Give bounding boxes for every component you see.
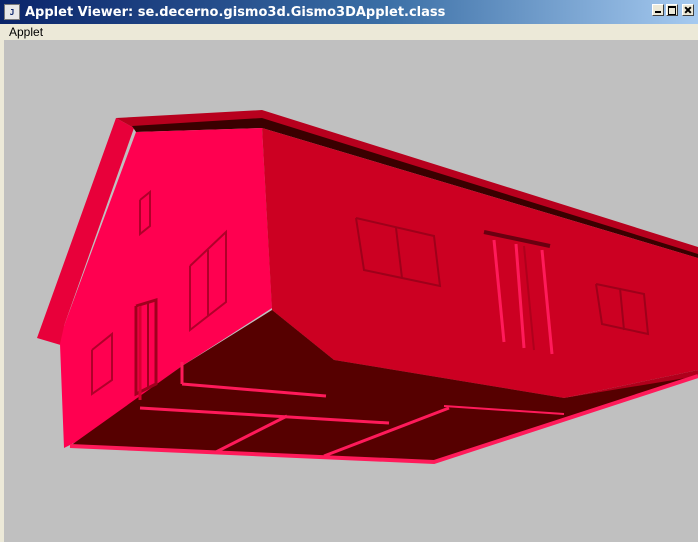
applet-canvas[interactable] <box>4 40 698 542</box>
3d-house-viewport[interactable] <box>4 40 698 542</box>
menu-bar: Applet <box>0 24 698 40</box>
maximize-icon[interactable] <box>666 4 678 16</box>
menu-applet[interactable]: Applet <box>0 24 48 40</box>
java-applet-icon: J <box>4 4 20 20</box>
window-controls <box>652 4 694 16</box>
minimize-icon[interactable] <box>652 4 664 16</box>
window-title: Applet Viewer: se.decerno.gismo3d.Gismo3… <box>25 4 446 20</box>
title-bar[interactable]: J Applet Viewer: se.decerno.gismo3d.Gism… <box>0 0 698 24</box>
close-icon[interactable] <box>682 4 694 16</box>
applet-viewer-window: J Applet Viewer: se.decerno.gismo3d.Gism… <box>0 0 698 542</box>
